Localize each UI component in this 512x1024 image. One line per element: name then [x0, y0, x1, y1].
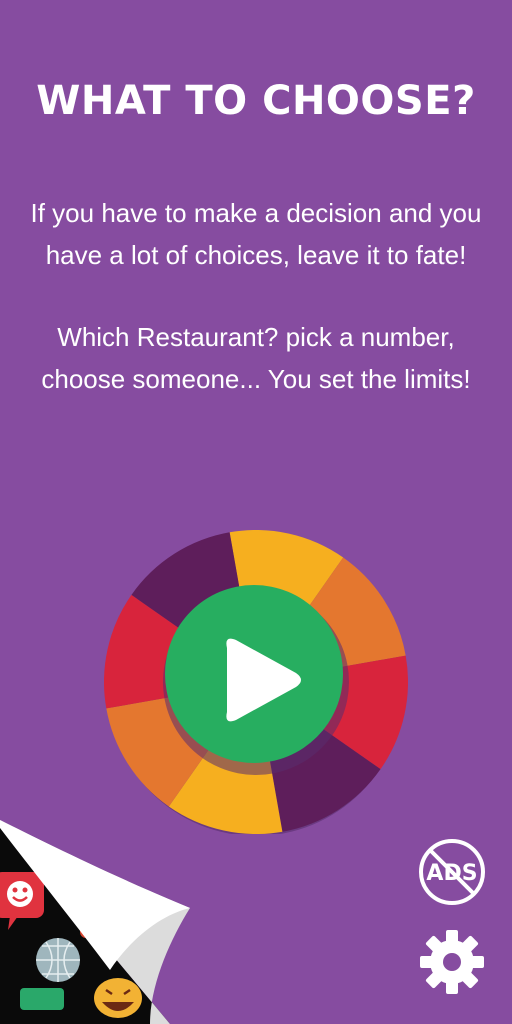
page-title: WHAT TO CHOOSE? — [36, 78, 476, 124]
spin-wheel[interactable] — [104, 530, 408, 834]
green-sticker-icon — [20, 988, 64, 1010]
promo-graphic[interactable] — [0, 820, 200, 1024]
no-ads-icon[interactable]: ADS — [418, 838, 486, 906]
play-button[interactable] — [165, 585, 343, 763]
disco-ball-icon — [36, 938, 80, 982]
description-paragraph-1: If you have to make a decision and you h… — [30, 198, 482, 270]
settings-button[interactable] — [418, 928, 486, 996]
gear-icon[interactable] — [418, 928, 486, 996]
description-paragraph-2: Which Restaurant? pick a number, choose … — [41, 322, 471, 394]
laughing-emoji-icon — [94, 978, 142, 1018]
remove-ads-button[interactable]: ADS — [418, 838, 486, 906]
promo-page-curl[interactable] — [0, 820, 200, 1024]
wheel-graphic — [104, 530, 408, 834]
